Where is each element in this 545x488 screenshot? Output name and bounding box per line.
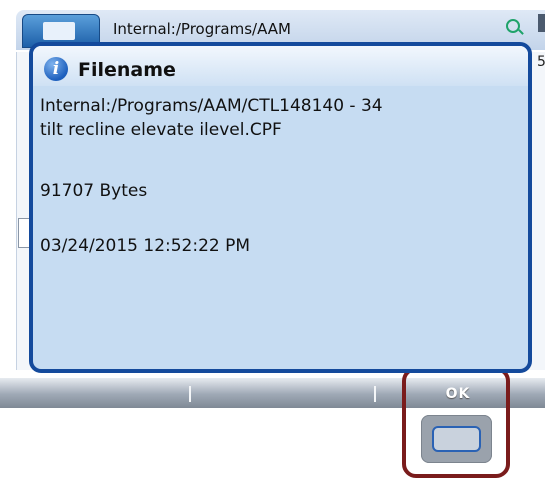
dialog-header: i Filename bbox=[33, 46, 528, 86]
file-size: 91707 Bytes bbox=[40, 181, 148, 201]
file-modified-date: 03/24/2015 12:52:22 PM bbox=[40, 236, 251, 256]
info-icon: i bbox=[44, 57, 68, 81]
dialog-title: Filename bbox=[78, 59, 176, 81]
filename-line-2: tilt recline elevate ilevel.CPF bbox=[40, 120, 282, 140]
document-icon[interactable] bbox=[538, 14, 545, 32]
hardware-button-face bbox=[432, 426, 481, 452]
user-icon[interactable] bbox=[524, 14, 536, 34]
filename-dialog: i Filename Internal:/Programs/AAM/CTL148… bbox=[29, 42, 532, 373]
dialog-body: Internal:/Programs/AAM/CTL148140 - 34 ti… bbox=[37, 86, 524, 365]
softkey-separator bbox=[189, 386, 191, 402]
hardware-ok-button[interactable] bbox=[421, 415, 492, 463]
list-edge-text: 5 bbox=[537, 54, 545, 70]
search-icon[interactable] bbox=[506, 19, 520, 33]
softkey-separator bbox=[374, 386, 376, 402]
back-arrow-icon bbox=[43, 22, 75, 40]
filename-line-1: Internal:/Programs/AAM/CTL148140 - 34 bbox=[40, 96, 383, 116]
current-path: Internal:/Programs/AAM bbox=[113, 20, 291, 38]
